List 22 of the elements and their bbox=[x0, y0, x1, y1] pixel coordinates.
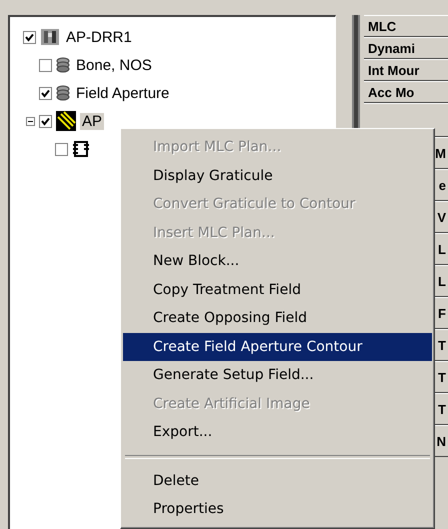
tree-item[interactable]: AP bbox=[80, 112, 104, 130]
checkbox[interactable] bbox=[39, 58, 52, 72]
tree-item[interactable]: Bone, NOS bbox=[74, 56, 154, 74]
checkbox[interactable] bbox=[55, 142, 68, 156]
tree-item[interactable]: AP-DRR1 bbox=[64, 28, 134, 46]
checkbox[interactable] bbox=[39, 114, 52, 128]
menu-item[interactable]: Create Field Aperture Contour bbox=[123, 332, 432, 361]
beam-icon bbox=[56, 111, 76, 131]
image-icon bbox=[40, 27, 60, 47]
menu-item[interactable]: Properties bbox=[123, 495, 432, 524]
property-label: MLC bbox=[364, 15, 448, 37]
checkbox[interactable] bbox=[39, 86, 52, 100]
property-label: Int Mour bbox=[364, 59, 448, 81]
property-label: Acc Mo bbox=[364, 81, 448, 103]
layers-icon bbox=[56, 57, 70, 73]
expander[interactable] bbox=[26, 116, 35, 126]
layers-icon bbox=[56, 85, 70, 101]
menu-item[interactable]: Delete bbox=[123, 466, 432, 495]
checkbox[interactable] bbox=[23, 30, 36, 44]
tree-item[interactable]: Field Aperture bbox=[74, 84, 172, 102]
block-icon bbox=[72, 140, 90, 158]
property-label: Dynami bbox=[364, 37, 448, 59]
